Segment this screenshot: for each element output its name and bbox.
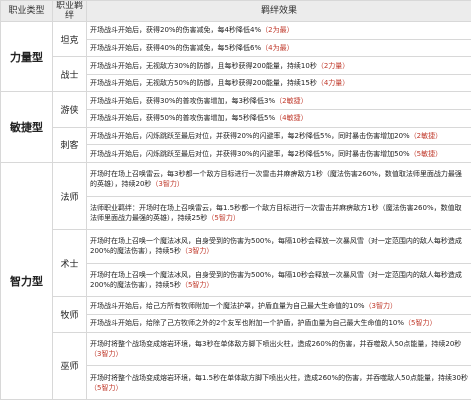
effect-level: （5智力） xyxy=(180,281,214,290)
effect-text: 开场战斗开始后，给除了己方牧师之外的2个友军也附加一个护盾，护盾血量为自己最大生… xyxy=(90,319,405,328)
effect-level: （3智力） xyxy=(90,349,123,358)
effect-text: 开场战斗开始后，无视敌方30%的防御，且每秒获得200能量，持续10秒 xyxy=(90,61,317,70)
effect-level: （5智力） xyxy=(404,319,437,328)
type-cell-agility: 敏捷型 xyxy=(0,91,53,163)
effect-text: 开场时将整个战场变成熔岩环境，每3秒在单体敌方脚下喷出火柱，造成260%的伤害，… xyxy=(90,339,462,348)
job-cell-ranger: 游侠 xyxy=(52,91,87,128)
effect-cell: 开场时在场上召唤一个魔法冰风，自身受到的伤害为500%，每隔10秒会释放一次暴风… xyxy=(86,229,471,264)
effect-level: （2为最） xyxy=(261,26,294,35)
type-cell-intellect: 智力型 xyxy=(0,161,53,400)
effect-level: （4为最） xyxy=(261,43,294,52)
table-row: 术士 开场时在场上召唤一个魔法冰风，自身受到的伤害为500%，每隔10秒会释放一… xyxy=(1,229,471,298)
effect-text: 开场战斗开始后，无视敌方50%的防御，且每秒获得200能量，持续15秒 xyxy=(90,79,317,88)
effect-cell: 开场战斗开始后，给己方所有牧师附加一个魔法护罩，护盾血量为自己最大生命值的10%… xyxy=(86,296,471,315)
effect-level: （5智力） xyxy=(207,213,240,222)
job-cell-priest: 牧师 xyxy=(52,296,87,333)
effect-cell: 开场战斗开始后，闪烁跳跃至最后对位，并获得30%的闪避率，每2秒降低5%，同时暴… xyxy=(86,144,471,163)
effect-text: 开场时将整个战场变成熔岩环境，每1.5秒在单体敌方脚下喷出火柱，造成260%的伤… xyxy=(90,373,468,382)
effect-cell: 开场战斗开始后，获得40%的伤害减免，每5秒降低6%（4为最） xyxy=(86,38,471,58)
table-row: 巫师 开场时将整个战场变成熔岩环境，每3秒在单体敌方脚下喷出火柱，造成260%的… xyxy=(1,331,471,400)
effect-level: （4敏捷） xyxy=(275,114,308,123)
header-job: 职业羁绊 xyxy=(52,0,87,22)
effect-cell: 开场战斗开始后，无视敌方30%的防御，且每秒获得200能量，持续10秒（2力量） xyxy=(86,56,471,75)
effect-text: 开场时在场上召唤雷云，每3秒都一个敌方目标进行一次雷击并麻痹敌方1秒（魔法伤害2… xyxy=(90,170,462,189)
effect-level: （5智力） xyxy=(90,383,123,392)
effect-level: （4力量） xyxy=(316,79,350,88)
effect-level: （3智力） xyxy=(364,301,398,310)
effect-text: 开场战斗开始后，获得20%的伤害减免，每4秒降低4% xyxy=(90,26,262,35)
effect-text: 开场战斗开始后，闪烁跳跃至最后对位，并获得30%的闪避率，每2秒降低5%，同时暴… xyxy=(90,149,410,158)
type-cell-strength: 力量型 xyxy=(0,20,53,93)
effect-cell: 开场时将整个战场变成熔岩环境，每3秒在单体敌方脚下喷出火柱，造成260%的伤害，… xyxy=(86,331,471,367)
effect-cell: 法师职业羁绊：开场时在场上召唤雷云，每1.5秒都一个敌方目标进行一次雷击并麻痹敌… xyxy=(86,195,471,231)
effect-level: （3智力） xyxy=(180,247,214,256)
job-cell-tank: 坦克 xyxy=(52,20,87,58)
header-effect: 羁绊效果 xyxy=(86,0,471,22)
effect-level: （2敏捷） xyxy=(409,131,443,140)
table-row: 刺客 开场战斗开始后，闪烁跳跃至最后对位，并获得20%的闪避率，每2秒降低5%，… xyxy=(1,126,471,163)
table-row: 敏捷型 游侠 开场战斗开始后，获得30%的普攻伤害增加，每3秒降低3%（2敏捷） xyxy=(0,91,471,163)
effect-level: （5敏捷） xyxy=(409,149,443,158)
table-row: 牧师 开场战斗开始后，给己方所有牧师附加一个魔法护罩，护盾血量为自己最大生命值的… xyxy=(1,296,471,333)
job-cell-warrior: 战士 xyxy=(52,56,87,93)
table-row: 智力型 法师 开场时在场上召唤雷云，每3秒都一个敌方目标进行一次雷击并麻痹敌方1… xyxy=(0,161,471,400)
job-cell-warlock: 术士 xyxy=(52,229,87,298)
table-row: 力量型 坦克 开场战斗开始后，获得20%的伤害减免，每4秒降低4%（2为最） xyxy=(0,20,471,93)
effect-cell: 开场时在场上召唤一个魔法冰风，自身受到的伤害为500%，每隔10秒会释放一次暴风… xyxy=(86,262,471,298)
effect-cell: 开场战斗开始后，给除了己方牧师之外的2个友军也附加一个护盾，护盾血量为自己最大生… xyxy=(86,313,471,333)
job-cell-mage: 法师 xyxy=(52,161,87,231)
effect-text: 法师职业羁绊：开场时在场上召唤雷云，每1.5秒都一个敌方目标进行一次雷击并麻痹敌… xyxy=(90,203,462,222)
effect-text: 开场时在场上召唤一个魔法冰风，自身受到的伤害为500%，每隔10秒会释放一次暴风… xyxy=(90,271,462,290)
effect-level: （2敏捷） xyxy=(275,96,308,105)
effect-cell: 开场战斗开始后，闪烁跳跃至最后对位，并获得20%的闪避率，每2秒降低5%，同时暴… xyxy=(86,126,471,146)
effect-text: 开场时在场上召唤一个魔法冰风，自身受到的伤害为500%，每隔10秒会释放一次暴风… xyxy=(90,237,462,256)
effect-text: 开场战斗开始后，获得30%的普攻伤害增加，每3秒降低3% xyxy=(90,96,276,105)
effect-cell: 开场战斗开始后，获得50%的普攻伤害增加，每5秒降低5%（4敏捷） xyxy=(86,109,471,128)
effect-cell: 开场时在场上召唤雷云，每3秒都一个敌方目标进行一次雷击并麻痹敌方1秒（魔法伤害2… xyxy=(86,161,471,197)
effect-cell: 开场战斗开始后，无视敌方50%的防御，且每秒获得200能量，持续15秒（4力量） xyxy=(86,73,471,93)
effect-level: （2力量） xyxy=(316,61,350,70)
table-row: 战士 开场战斗开始后，无视敌方30%的防御，且每秒获得200能量，持续10秒（2… xyxy=(1,56,471,93)
job-cell-wizard: 巫师 xyxy=(52,331,87,400)
effect-cell: 开场战斗开始后，获得20%的伤害减免，每4秒降低4%（2为最） xyxy=(86,21,471,40)
effect-text: 开场战斗开始后，获得50%的普攻伤害增加，每5秒降低5% xyxy=(90,114,276,123)
effect-cell: 开场战斗开始后，获得30%的普攻伤害增加，每3秒降低3%（2敏捷） xyxy=(86,91,471,111)
effect-text: 开场战斗开始后，获得40%的伤害减免，每5秒降低6% xyxy=(90,43,262,52)
header-type: 职业类型 xyxy=(0,0,53,22)
effect-cell: 开场时将整个战场变成熔岩环境，每1.5秒在单体敌方脚下喷出火柱，造成260%的伤… xyxy=(86,365,471,400)
bond-table: 职业类型 职业羁绊 羁绊效果 力量型 坦克 开场战斗开始后，获得20%的伤害减免… xyxy=(0,0,471,400)
effect-level: （3智力） xyxy=(151,180,184,189)
job-cell-assassin: 刺客 xyxy=(52,126,87,163)
effect-text: 开场战斗开始后，闪烁跳跃至最后对位，并获得20%的闪避率，每2秒降低5%，同时暴… xyxy=(90,131,410,140)
header-row: 职业类型 职业羁绊 羁绊效果 xyxy=(0,0,471,22)
effect-text: 开场战斗开始后，给己方所有牧师附加一个魔法护罩，护盾血量为自己最大生命值的10% xyxy=(90,301,365,310)
